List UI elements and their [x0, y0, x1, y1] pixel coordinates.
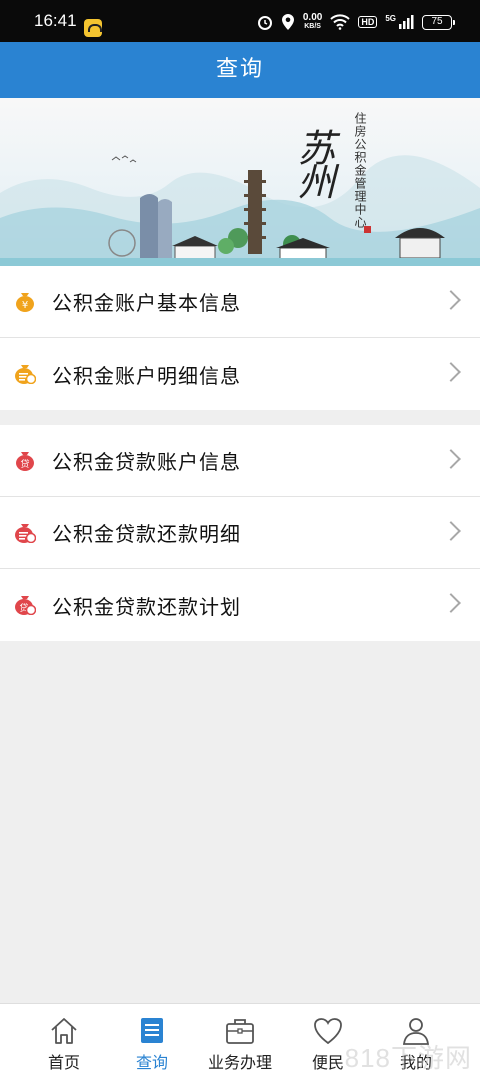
menu-item-loan-account[interactable]: 贷 公积金贷款账户信息	[0, 425, 480, 497]
repay-plan-icon: 贷	[15, 596, 36, 615]
chevron-right-icon	[441, 290, 461, 310]
chevron-right-icon	[441, 449, 461, 469]
menu-label: 公积金贷款还款明细	[52, 522, 241, 546]
menu-item-account-basic[interactable]: ¥ 公积金账户基本信息	[0, 266, 480, 338]
network-speed: 0.00 KB/S	[302, 12, 323, 31]
menu-group-loan: 贷 公积金贷款账户信息 公积金贷款还款明细 贷 公积金贷款还款计划	[0, 425, 480, 641]
nav-query[interactable]: 查询	[104, 1004, 200, 1073]
alarm-icon	[257, 14, 273, 30]
watermark: 818下游网	[344, 1043, 472, 1073]
coin-list-icon	[15, 365, 36, 384]
chevron-right-icon	[441, 362, 461, 382]
query-list-icon	[141, 1018, 163, 1043]
hd-badge: HD	[358, 16, 378, 28]
svg-text:贷: 贷	[20, 458, 29, 470]
location-icon	[281, 13, 295, 31]
banner-city-name: 苏州	[291, 128, 335, 196]
wifi-icon	[330, 14, 351, 30]
network-type: 5G	[385, 13, 396, 23]
briefcase-icon	[226, 1019, 254, 1044]
menu-item-account-detail[interactable]: 公积金账户明细信息	[0, 338, 480, 410]
title-bar: 查询	[0, 42, 480, 98]
signal-icon	[398, 14, 414, 30]
menu-label: 公积金贷款账户信息	[52, 450, 241, 474]
loan-bag-icon: 贷	[16, 452, 34, 471]
banner-seal	[364, 226, 371, 233]
nav-label: 查询	[135, 1053, 168, 1072]
menu-label: 公积金账户基本信息	[52, 291, 241, 315]
nav-business[interactable]: 业务办理	[192, 1004, 288, 1073]
menu-label: 公积金贷款还款计划	[52, 594, 241, 619]
nav-label: 业务办理	[207, 1053, 272, 1072]
menu-label: 公积金账户明细信息	[52, 363, 241, 388]
nav-home[interactable]: 首页	[16, 1004, 112, 1073]
status-time: 16:41	[34, 11, 77, 30]
page-title: 查询	[215, 57, 264, 82]
menu-item-repay-plan[interactable]: 贷 公积金贷款还款计划	[0, 569, 480, 641]
banner-org-text: 住房公积金管理中心	[353, 112, 367, 229]
repay-detail-icon	[15, 524, 36, 543]
heart-icon	[314, 1018, 342, 1045]
coin-yuan-icon: ¥	[16, 293, 34, 312]
home-icon	[51, 1018, 77, 1044]
chevron-right-icon	[441, 593, 461, 613]
nav-label: 首页	[47, 1053, 80, 1072]
menu-item-repay-detail[interactable]: 公积金贷款还款明细	[0, 497, 480, 569]
svg-text:¥: ¥	[22, 300, 28, 311]
banner-image: 苏州 住房公积金管理中心	[0, 98, 480, 266]
app-notification-icon	[84, 19, 102, 37]
chevron-right-icon	[441, 521, 461, 541]
battery-indicator: 75	[422, 14, 455, 30]
menu-group-account: ¥ 公积金账户基本信息 公积金账户明细信息	[0, 266, 480, 410]
status-bar: 16:41 0.00 KB/S HD 5G 75	[0, 0, 480, 42]
